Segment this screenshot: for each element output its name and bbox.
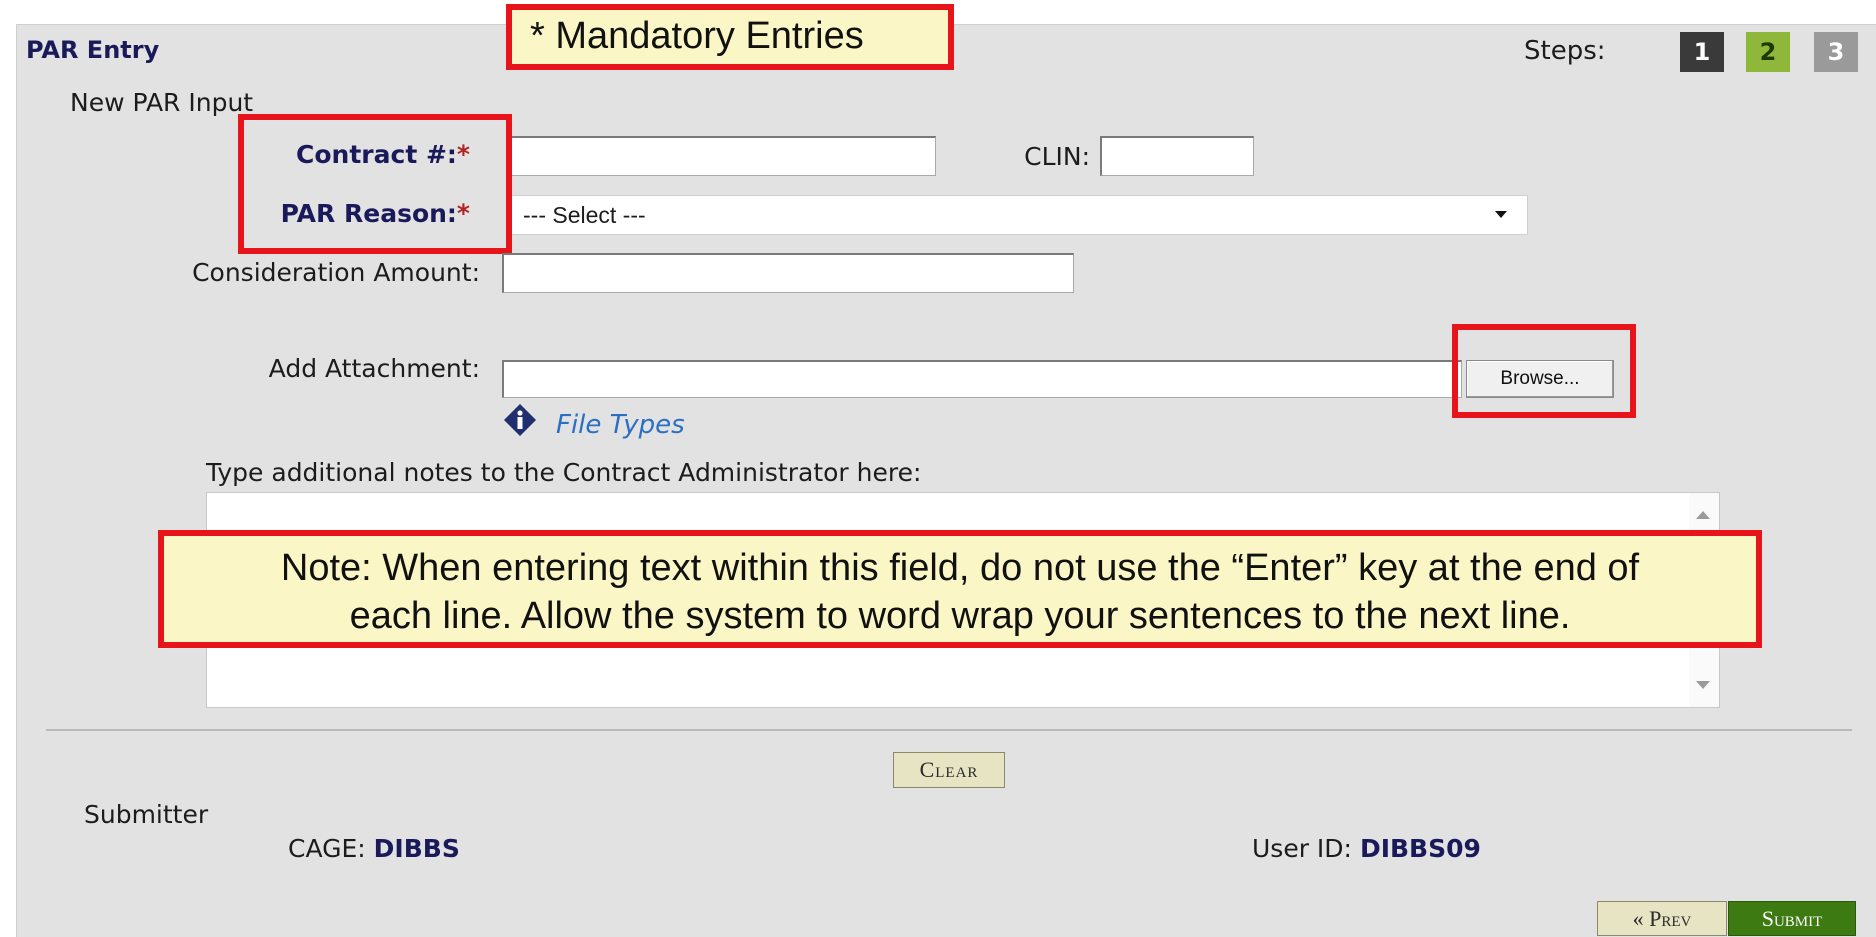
- steps-label: Steps:: [1524, 36, 1606, 66]
- scroll-down-icon[interactable]: [1696, 681, 1710, 689]
- submit-button[interactable]: Submit: [1728, 901, 1856, 936]
- userid-label: User ID:: [1252, 834, 1352, 863]
- attachment-label: Add Attachment:: [268, 354, 480, 383]
- chevron-down-icon: [1495, 211, 1507, 218]
- scroll-up-icon[interactable]: [1696, 511, 1710, 519]
- contract-number-input[interactable]: [508, 136, 936, 176]
- cage-row: CAGE: DIBBS: [288, 834, 460, 863]
- submitter-heading: Submitter: [84, 800, 209, 829]
- step-1[interactable]: 1: [1680, 32, 1724, 72]
- step-2[interactable]: 2: [1746, 32, 1790, 72]
- userid-row: User ID: DIBBS09: [1252, 834, 1481, 863]
- par-reason-selected: --- Select ---: [523, 202, 646, 228]
- mandatory-entries-callout: * Mandatory Entries: [506, 4, 954, 70]
- consideration-label: Consideration Amount:: [192, 258, 480, 287]
- cage-label: CAGE:: [288, 834, 366, 863]
- mandatory-fields-highlight: [238, 114, 512, 254]
- section-divider: [46, 729, 1852, 731]
- prev-button[interactable]: « Prev: [1597, 901, 1727, 936]
- consideration-amount-input[interactable]: [502, 253, 1074, 293]
- par-reason-select[interactable]: --- Select ---: [508, 195, 1528, 235]
- clear-button[interactable]: Clear: [893, 752, 1005, 788]
- note-line-1: Note: When entering text within this fie…: [280, 547, 1640, 589]
- section-title: New PAR Input: [70, 88, 254, 117]
- attachment-path-input[interactable]: [502, 360, 1462, 398]
- file-types-label: File Types: [556, 410, 685, 440]
- clin-label: CLIN:: [1024, 142, 1090, 171]
- cage-value: DIBBS: [373, 834, 460, 863]
- mandatory-entries-text: * Mandatory Entries: [530, 15, 864, 57]
- step-3[interactable]: 3: [1814, 32, 1858, 72]
- info-icon: [504, 404, 536, 436]
- note-line-2: each line. Allow the system to word wrap…: [349, 595, 1571, 637]
- page-title: PAR Entry: [26, 36, 160, 64]
- userid-value: DIBBS09: [1359, 834, 1481, 863]
- notes-label: Type additional notes to the Contract Ad…: [206, 458, 922, 487]
- note-callout: Note: When entering text within this fie…: [158, 530, 1762, 648]
- browse-highlight: [1452, 324, 1636, 418]
- clin-input[interactable]: [1100, 136, 1254, 176]
